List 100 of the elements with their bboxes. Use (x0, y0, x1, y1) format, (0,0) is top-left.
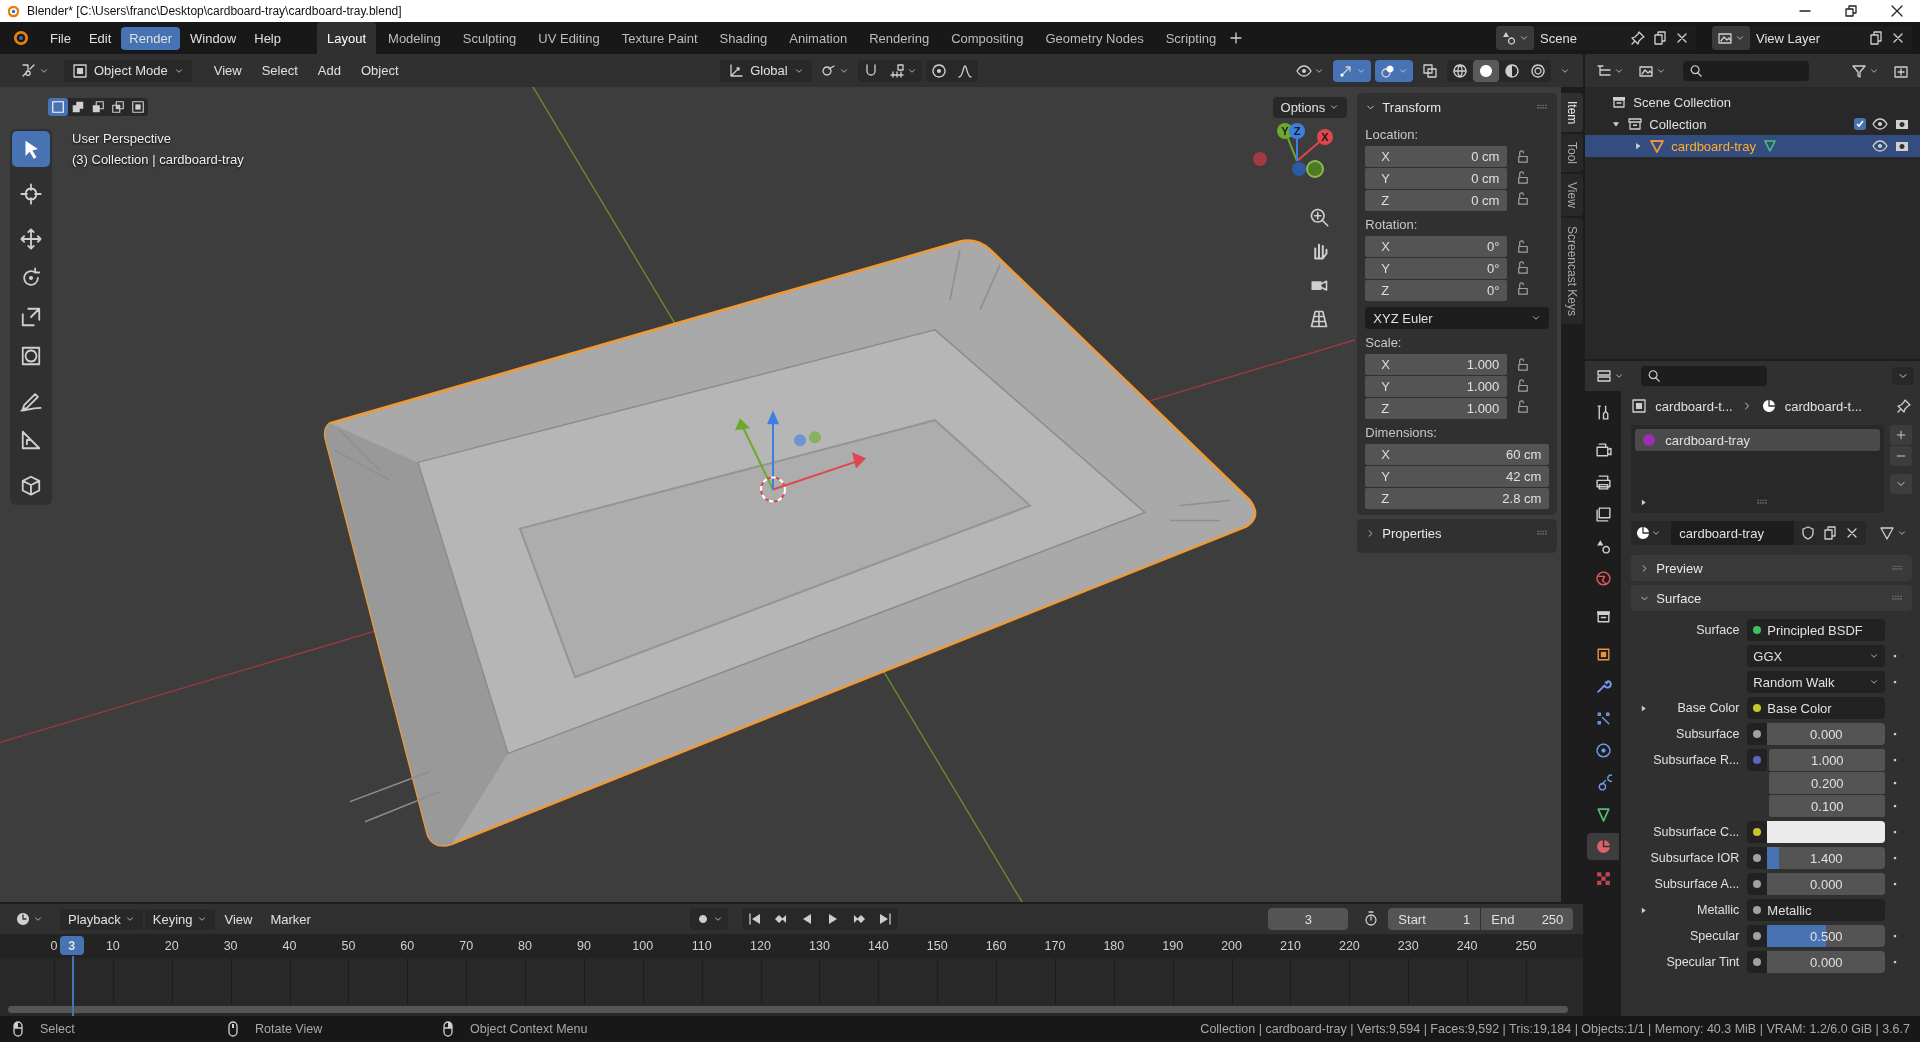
slot-name: cardboard-tray (1665, 432, 1750, 448)
playhead[interactable]: 3 (59, 936, 84, 955)
axis-label: Z (1381, 401, 1390, 416)
workspace-tab[interactable]: UV Editing (528, 22, 610, 54)
dropdown[interactable]: Random Walk (1747, 671, 1886, 693)
workspace-tab[interactable]: Texture Paint (611, 22, 708, 54)
number-field[interactable]: X 0° (1365, 236, 1508, 257)
number-field[interactable]: X 1.000 (1365, 354, 1508, 375)
menu-item[interactable]: Playback (60, 908, 143, 930)
axis-label: X (1381, 239, 1390, 254)
frame-number: 20 (164, 939, 179, 953)
frame-number: 110 (691, 939, 712, 953)
input-link-field[interactable]: Principled BSDF (1747, 619, 1886, 641)
number-field[interactable]: 0.000 (1767, 873, 1886, 895)
field-value: 0.500 (1810, 928, 1843, 944)
menu-item[interactable]: Render (121, 26, 180, 50)
workspace-tab[interactable]: Geometry Nodes (1035, 22, 1154, 54)
workspace-tab[interactable]: Compositing (941, 22, 1034, 54)
frame-number: 70 (459, 939, 474, 953)
number-field[interactable]: Z 2.8 cm (1365, 488, 1550, 509)
number-field[interactable]: 1.400 (1767, 847, 1886, 869)
material-slot[interactable]: cardboard-tray (1635, 429, 1880, 451)
breadcrumb-item: cardboard-t... (1784, 398, 1862, 414)
frame-number: 200 (1221, 939, 1242, 953)
outliner-row[interactable]: Collection (1585, 113, 1920, 135)
number-field[interactable]: Z 0 cm (1365, 190, 1508, 211)
orientation-dropdown[interactable]: Global (720, 59, 812, 82)
sidebar-tab[interactable]: View (1561, 174, 1584, 217)
object-info: (3) Collection | cardboard-tray (72, 152, 244, 167)
menu-item[interactable]: View (205, 60, 250, 81)
number-field[interactable]: Y 0 cm (1365, 168, 1508, 189)
field-value: 60 cm (1505, 447, 1542, 462)
number-field[interactable]: Z 0° (1365, 280, 1508, 301)
field-value: 250 (1541, 911, 1564, 927)
panel-header[interactable]: Surface (1631, 585, 1912, 611)
number-field[interactable]: 0.000 (1767, 951, 1886, 973)
menu-item[interactable]: View (216, 908, 261, 930)
outliner-row[interactable]: cardboard-tray (1585, 135, 1920, 157)
panel-header[interactable]: Transform (1365, 93, 1550, 121)
number-field[interactable]: X 60 cm (1365, 444, 1550, 465)
material-selector[interactable]: cardboard-tray (1631, 521, 1866, 545)
workspace-tab[interactable]: Rendering (859, 22, 940, 54)
sidebar-tab[interactable]: Tool (1561, 134, 1584, 173)
menu-item[interactable]: Object (352, 60, 407, 81)
frame-number: 120 (750, 939, 771, 953)
number-field[interactable]: Y 1.000 (1365, 376, 1508, 397)
menu-item[interactable]: Edit (80, 26, 120, 50)
field-value: 1 (1463, 911, 1471, 927)
menu-item[interactable]: File (42, 26, 79, 50)
workspace-tab[interactable]: Modeling (378, 22, 451, 54)
number-field[interactable]: 0.000 (1767, 723, 1886, 745)
field-value: 0 cm (1471, 171, 1500, 186)
sidebar-tab[interactable]: Screencast Keys (1561, 218, 1584, 325)
number-field[interactable]: 1.000 (1769, 749, 1886, 771)
property-label: Subsurface C... (1653, 825, 1740, 839)
outliner-row[interactable]: Scene Collection (1585, 91, 1920, 113)
status-hint: Select (40, 1022, 75, 1036)
field-label: Start (1398, 911, 1426, 927)
number-field[interactable]: Y 42 cm (1365, 466, 1550, 487)
navigation-gizmo[interactable]: X Y Z (1247, 121, 1344, 197)
number-field[interactable]: 0.200 (1769, 772, 1886, 794)
axis-label: Z (1381, 491, 1390, 506)
current-frame-field[interactable]: 3 (1268, 908, 1349, 930)
mode-dropdown[interactable]: Object Mode (64, 59, 192, 82)
field-value: 0° (1486, 239, 1500, 254)
rotation-mode-dropdown[interactable]: XYZ Euler (1365, 307, 1550, 329)
scene-name-field[interactable]: Scene (1534, 26, 1696, 50)
field-value: 1.400 (1810, 850, 1843, 866)
view-layer-field[interactable]: View Layer (1750, 26, 1912, 50)
axis-label: X (1381, 447, 1390, 462)
group-label: Scale: (1365, 334, 1403, 352)
workspace-tab[interactable]: Sculpting (452, 22, 527, 54)
menu-item[interactable]: Window (182, 26, 245, 50)
sidebar-tab[interactable]: Item (1561, 93, 1584, 133)
panel-header[interactable]: Preview (1631, 555, 1912, 581)
options-dropdown[interactable]: Options (1272, 96, 1348, 118)
number-field[interactable]: Z 1.000 (1365, 398, 1508, 419)
input-link-field[interactable]: Base Color (1747, 697, 1886, 719)
dropdown[interactable]: GGX (1747, 645, 1886, 667)
menu-item[interactable]: Marker (262, 908, 319, 930)
group-label: Location: (1365, 126, 1420, 144)
workspace-tab[interactable]: Shading (709, 22, 778, 54)
workspace-tab[interactable]: Animation (779, 22, 858, 54)
outliner-label: Collection (1649, 116, 1707, 132)
menu-item[interactable]: Add (309, 60, 349, 81)
end-frame-field[interactable]: End 250 (1481, 908, 1574, 930)
menu-item[interactable]: Select (253, 60, 306, 81)
frame-number: 210 (1280, 939, 1301, 953)
workspace-tab[interactable]: Layout (317, 22, 377, 54)
number-field[interactable]: 0.500 (1767, 925, 1886, 947)
field-label: End (1491, 911, 1515, 927)
number-field[interactable]: Y 0° (1365, 258, 1508, 279)
frame-number: 130 (809, 939, 830, 953)
menu-item[interactable]: Keying (144, 908, 215, 930)
input-link-field[interactable]: Metallic (1747, 899, 1886, 921)
start-frame-field[interactable]: Start 1 (1388, 908, 1481, 930)
number-field[interactable]: X 0 cm (1365, 146, 1508, 167)
number-field[interactable]: 0.100 (1769, 795, 1886, 817)
menu-item[interactable]: Help (246, 26, 289, 50)
workspace-tab[interactable]: Scripting (1155, 22, 1227, 54)
